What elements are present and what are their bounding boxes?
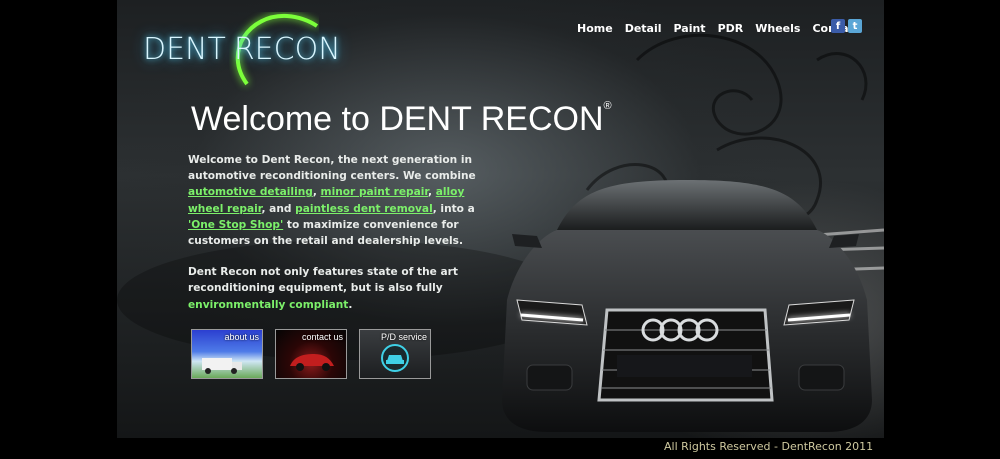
nav-pdr[interactable]: PDR <box>718 22 744 35</box>
twitter-icon[interactable]: t <box>848 19 862 33</box>
thumbnail-links: about us contact us P/D service <box>191 329 431 379</box>
link-minor-paint-repair[interactable]: minor paint repair <box>321 186 429 198</box>
link-one-stop-shop[interactable]: 'One Stop Shop' <box>188 219 283 231</box>
link-automotive-detailing[interactable]: automotive detailing <box>188 186 313 198</box>
logo-text: DENT RECON <box>143 32 341 67</box>
about-us-thumbnail[interactable]: about us <box>191 329 263 379</box>
page-title: Welcome to DENT RECON® <box>191 100 612 138</box>
contact-us-label: contact us <box>301 332 343 342</box>
pd-service-thumbnail[interactable]: P/D service <box>359 329 431 379</box>
nav-detail[interactable]: Detail <box>625 22 662 35</box>
environmentally-compliant-highlight: environmentally compliant <box>188 298 349 311</box>
logo[interactable]: DENT RECON <box>141 10 361 90</box>
hero-stage: DENTRECON Home Detail Paint PDR Wheels C… <box>117 0 884 438</box>
intro-text: Welcome to Dent Recon, the next generati… <box>188 152 488 328</box>
contact-us-thumbnail[interactable]: contact us <box>275 329 347 379</box>
intro-paragraph-2: Dent Recon not only features state of th… <box>188 266 458 311</box>
copyright-footer: All Rights Reserved - DentRecon 2011 <box>664 440 874 453</box>
car-image <box>502 180 884 432</box>
intro-paragraph-1: Welcome to Dent Recon, the next generati… <box>188 154 476 248</box>
facebook-icon[interactable]: f <box>831 19 845 33</box>
main-nav: Home Detail Paint PDR Wheels Contact <box>577 22 860 35</box>
nav-home[interactable]: Home <box>577 22 613 35</box>
pd-service-label: P/D service <box>380 332 427 342</box>
nav-wheels[interactable]: Wheels <box>755 22 800 35</box>
registered-mark: ® <box>603 100 612 112</box>
link-paintless-dent-removal[interactable]: paintless dent removal <box>295 203 433 215</box>
social-links: f t <box>831 19 862 33</box>
nav-paint[interactable]: Paint <box>674 22 706 35</box>
about-us-label: about us <box>224 332 259 342</box>
